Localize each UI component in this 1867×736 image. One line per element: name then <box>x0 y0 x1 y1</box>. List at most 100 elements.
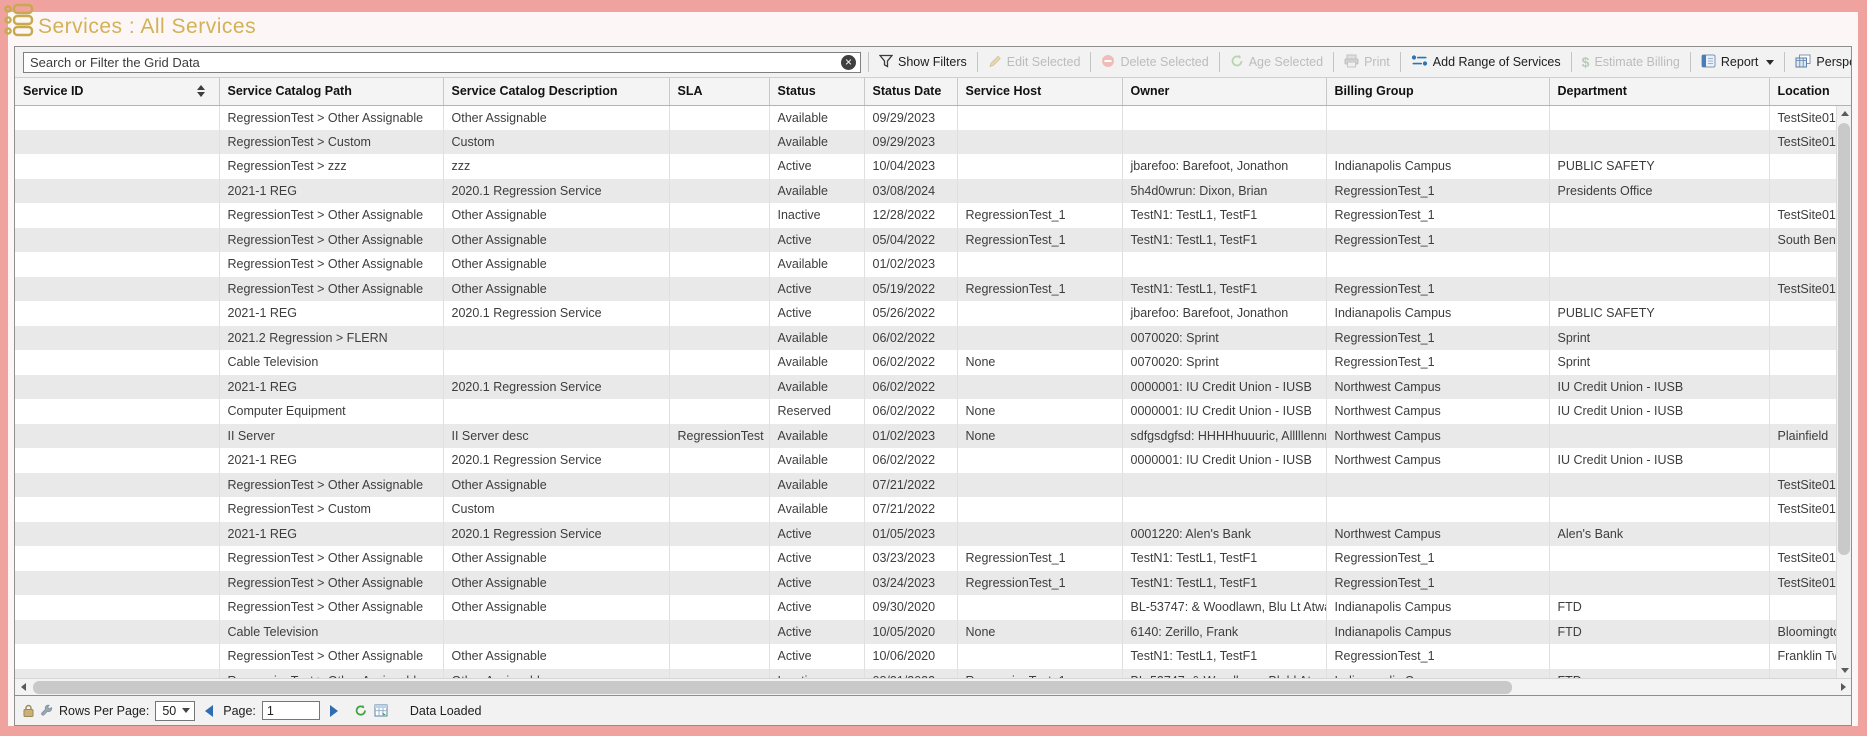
cell-service_host[interactable] <box>957 154 1122 179</box>
cell-status[interactable]: Active <box>769 644 864 669</box>
cell-catalog_path[interactable]: Cable Television <box>219 620 443 645</box>
table-row[interactable]: 2021-1 REG2020.1 Regression ServiceAvail… <box>15 448 1851 473</box>
cell-status[interactable]: Available <box>769 179 864 204</box>
cell-owner[interactable]: sdfgsdgfsd: HHHHhuuuric, Alllllennnnn <box>1122 424 1326 449</box>
cell-catalog_description[interactable]: Other Assignable <box>443 203 669 228</box>
cell-department[interactable]: Sprint <box>1549 350 1769 375</box>
column-header-service_id[interactable]: Service ID <box>15 78 219 105</box>
cell-catalog_description[interactable] <box>443 399 669 424</box>
cell-sla[interactable] <box>669 644 769 669</box>
cell-billing_group[interactable] <box>1326 497 1549 522</box>
cell-billing_group[interactable]: RegressionTest_1 <box>1326 277 1549 302</box>
cell-service_id[interactable] <box>15 399 219 424</box>
cell-service_id[interactable] <box>15 228 219 253</box>
cell-status[interactable]: Active <box>769 546 864 571</box>
cell-catalog_description[interactable]: Other Assignable <box>443 277 669 302</box>
cell-status[interactable]: Inactive <box>769 669 864 679</box>
cell-department[interactable]: PUBLIC SAFETY <box>1549 301 1769 326</box>
cell-catalog_description[interactable]: Other Assignable <box>443 571 669 596</box>
cell-catalog_path[interactable]: RegressionTest > Custom <box>219 130 443 155</box>
cell-catalog_description[interactable]: 2020.1 Regression Service <box>443 179 669 204</box>
cell-service_id[interactable] <box>15 154 219 179</box>
column-header-status_date[interactable]: Status Date <box>864 78 957 105</box>
cell-catalog_description[interactable]: 2020.1 Regression Service <box>443 448 669 473</box>
cell-service_id[interactable] <box>15 277 219 302</box>
cell-department[interactable]: PUBLIC SAFETY <box>1549 154 1769 179</box>
cell-department[interactable] <box>1549 644 1769 669</box>
cell-sla[interactable] <box>669 473 769 498</box>
cell-status[interactable]: Active <box>769 620 864 645</box>
cell-catalog_path[interactable]: 2021-1 REG <box>219 179 443 204</box>
table-row[interactable]: RegressionTest > CustomCustomAvailable07… <box>15 497 1851 522</box>
cell-service_id[interactable] <box>15 644 219 669</box>
cell-catalog_description[interactable]: 2020.1 Regression Service <box>443 522 669 547</box>
cell-sla[interactable] <box>669 522 769 547</box>
cell-department[interactable]: FTD <box>1549 669 1769 679</box>
cell-sla[interactable] <box>669 620 769 645</box>
cell-catalog_description[interactable]: 2020.1 Regression Service <box>443 301 669 326</box>
cell-sla[interactable] <box>669 154 769 179</box>
table-row[interactable]: RegressionTest > Other AssignableOther A… <box>15 571 1851 596</box>
cell-service_host[interactable]: RegressionTest_1 <box>957 277 1122 302</box>
cell-catalog_path[interactable]: RegressionTest > Other Assignable <box>219 473 443 498</box>
cell-status_date[interactable]: 10/06/2020 <box>864 644 957 669</box>
cell-catalog_path[interactable]: II Server <box>219 424 443 449</box>
cell-billing_group[interactable]: Indianapolis Campus <box>1326 301 1549 326</box>
cell-billing_group[interactable]: Northwest Campus <box>1326 522 1549 547</box>
cell-owner[interactable]: TestN1: TestL1, TestF1 <box>1122 546 1326 571</box>
cell-service_host[interactable] <box>957 105 1122 130</box>
clear-search-icon[interactable]: × <box>841 55 856 70</box>
cell-service_id[interactable] <box>15 571 219 596</box>
cell-catalog_path[interactable]: Cable Television <box>219 350 443 375</box>
cell-catalog_path[interactable]: 2021.2 Regression > FLERN <box>219 326 443 351</box>
cell-service_host[interactable] <box>957 473 1122 498</box>
cell-sla[interactable] <box>669 669 769 679</box>
cell-status_date[interactable]: 05/04/2022 <box>864 228 957 253</box>
cell-catalog_path[interactable]: Computer Equipment <box>219 399 443 424</box>
cell-billing_group[interactable]: RegressionTest_1 <box>1326 644 1549 669</box>
cell-department[interactable] <box>1549 473 1769 498</box>
cell-sla[interactable] <box>669 399 769 424</box>
cell-billing_group[interactable]: RegressionTest_1 <box>1326 179 1549 204</box>
column-header-catalog_path[interactable]: Service Catalog Path <box>219 78 443 105</box>
cell-service_host[interactable]: RegressionTest_1 <box>957 203 1122 228</box>
cell-department[interactable] <box>1549 203 1769 228</box>
cell-billing_group[interactable]: RegressionTest_1 <box>1326 326 1549 351</box>
cell-sla[interactable] <box>669 301 769 326</box>
cell-catalog_description[interactable]: II Server desc <box>443 424 669 449</box>
cell-sla[interactable] <box>669 130 769 155</box>
cell-owner[interactable]: 5h4d0wrun: Dixon, Brian <box>1122 179 1326 204</box>
cell-status_date[interactable]: 08/31/2022 <box>864 669 957 679</box>
cell-service_id[interactable] <box>15 473 219 498</box>
cell-owner[interactable] <box>1122 497 1326 522</box>
cell-service_id[interactable] <box>15 669 219 679</box>
cell-service_host[interactable]: RegressionTest_1 <box>957 571 1122 596</box>
cell-sla[interactable] <box>669 546 769 571</box>
cell-status[interactable]: Inactive <box>769 203 864 228</box>
cell-service_host[interactable] <box>957 595 1122 620</box>
cell-service_host[interactable]: None <box>957 620 1122 645</box>
cell-catalog_description[interactable]: 2020.1 Regression Service <box>443 375 669 400</box>
cell-service_host[interactable] <box>957 130 1122 155</box>
cell-service_id[interactable] <box>15 105 219 130</box>
cell-status_date[interactable]: 10/05/2020 <box>864 620 957 645</box>
next-page-icon[interactable] <box>330 705 338 717</box>
cell-owner[interactable]: TestN1: TestL1, TestF1 <box>1122 228 1326 253</box>
cell-sla[interactable] <box>669 105 769 130</box>
cell-service_id[interactable] <box>15 326 219 351</box>
cell-sla[interactable] <box>669 350 769 375</box>
cell-sla[interactable] <box>669 375 769 400</box>
cell-sla[interactable] <box>669 326 769 351</box>
rows-per-page-select[interactable]: 50 <box>155 701 195 721</box>
table-row[interactable]: II ServerII Server descRegressionTestAva… <box>15 424 1851 449</box>
cell-catalog_description[interactable]: Other Assignable <box>443 595 669 620</box>
cell-catalog_description[interactable]: Other Assignable <box>443 252 669 277</box>
cell-status[interactable]: Available <box>769 375 864 400</box>
column-header-catalog_description[interactable]: Service Catalog Description <box>443 78 669 105</box>
cell-owner[interactable]: 0000001: IU Credit Union - IUSB <box>1122 375 1326 400</box>
scroll-left-icon[interactable] <box>15 679 31 695</box>
horizontal-scrollbar[interactable] <box>15 678 1851 695</box>
cell-catalog_path[interactable]: 2021-1 REG <box>219 301 443 326</box>
cell-department[interactable] <box>1549 105 1769 130</box>
cell-billing_group[interactable] <box>1326 105 1549 130</box>
